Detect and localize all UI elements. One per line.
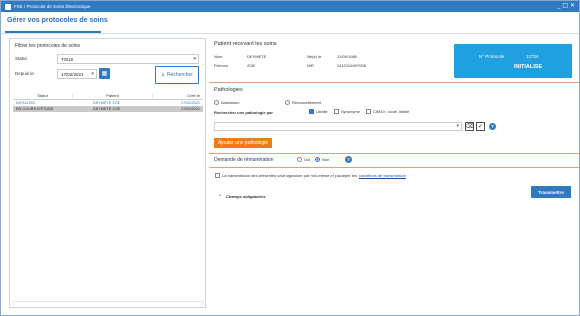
search-button-label: Rechercher xyxy=(167,72,193,78)
nir-label: NIR xyxy=(307,63,314,68)
depuis-date-input[interactable]: 17/02/2021 ▾ xyxy=(57,69,97,79)
filter-title: Filtrer les protocoles de soins xyxy=(15,43,81,49)
asterisk-icon: * xyxy=(219,193,221,198)
cell-date: 17/02/2021 xyxy=(180,107,200,111)
prenom-label: Prénom xyxy=(214,63,229,68)
help-icon[interactable]: ? xyxy=(489,123,496,130)
radio-non[interactable]: Non xyxy=(315,157,329,162)
prenom-value: ZOE xyxy=(247,63,256,68)
radio-admission-label: Admission xyxy=(221,100,240,105)
consent-checkbox[interactable]: La transmission des présentes vaut signa… xyxy=(215,173,406,178)
cell-statut: EN COURS D'ÉTUDE xyxy=(16,107,54,111)
conditions-link[interactable]: conditions de transmission xyxy=(359,173,406,178)
checkbox-libelle[interactable]: Libellé xyxy=(309,109,328,114)
radio-non-label: Non xyxy=(322,157,330,162)
divider xyxy=(209,167,579,168)
radio-renouvellement-label: Renouvellement xyxy=(292,100,321,105)
statut-label: Statut xyxy=(15,56,27,61)
protocol-status: INITIALISE xyxy=(514,64,543,70)
checkbox-box xyxy=(366,109,371,114)
tab-gerer-protocoles[interactable]: Gérer vos protocoles de soins xyxy=(7,17,108,24)
title-bar: FSE / Protocole de Soins Électronique _ … xyxy=(1,1,579,12)
checkbox-cim10[interactable]: CIM10 : code, libellé xyxy=(366,109,409,114)
checkbox-cim10-label: CIM10 : code, libellé xyxy=(373,109,410,114)
scroll-left-icon[interactable]: ‹ xyxy=(13,301,14,306)
search-icon: ⌕ xyxy=(161,70,166,79)
checkbox-box xyxy=(309,109,314,114)
radio-oui-label: Oui xyxy=(304,157,311,162)
filter-panel: Filtrer les protocoles de soins Statut T… xyxy=(9,38,206,308)
ne-value: 12/09/1980 xyxy=(337,54,358,59)
checkbox-libelle-label: Libellé xyxy=(316,109,328,114)
protocol-table: Statut Patient Créé le INITIALISE DEYMET… xyxy=(13,93,203,112)
nir-value: 1410104097008 xyxy=(337,63,366,68)
chevron-down-icon: ▾ xyxy=(91,71,94,77)
divider xyxy=(209,153,579,154)
app-window: FSE / Protocole de Soins Électronique _ … xyxy=(0,0,580,316)
protocol-number-value: 12724 xyxy=(526,54,539,59)
table-header: Statut Patient Créé le xyxy=(13,93,203,100)
col-cree-le[interactable]: Créé le xyxy=(153,93,203,99)
radio-circle xyxy=(214,100,219,105)
consent-text: La transmission des présentes vaut signa… xyxy=(222,173,357,178)
add-pathology-button[interactable]: Ajouter une pathologie xyxy=(214,138,272,148)
table-row[interactable]: EN COURS D'ÉTUDE DEYMETE ZOE 17/02/2021 xyxy=(13,106,203,112)
checkbox-synonyme[interactable]: Synonyme xyxy=(334,109,360,114)
checkbox-box xyxy=(334,109,339,114)
tab-bar: Gérer vos protocoles de soins xyxy=(1,12,579,34)
radio-oui[interactable]: Oui xyxy=(297,157,310,162)
app-logo-icon xyxy=(5,3,11,10)
ne-label: Né(e) le xyxy=(307,54,322,59)
window-controls[interactable]: _ □ ✕ xyxy=(557,2,575,9)
calendar-icon[interactable]: ▦ xyxy=(99,68,110,79)
radio-admission[interactable]: Admission xyxy=(214,100,239,105)
pathology-search-input[interactable]: ▾ xyxy=(214,122,462,131)
radio-circle xyxy=(297,157,302,162)
remuneration-label: Demande de rémunération xyxy=(214,157,274,163)
checkbox-synonyme-label: Synonyme xyxy=(341,109,360,114)
nom-label: Nom xyxy=(214,54,223,59)
nom-value: DEYMETE xyxy=(247,54,267,59)
pathologies-title: Pathologies xyxy=(214,87,243,93)
patient-section-title: Patient recevant les soins xyxy=(214,41,277,47)
window-title: FSE / Protocole de Soins Électronique xyxy=(14,4,91,9)
protocol-number-label: N° Protocole xyxy=(479,54,505,59)
horizontal-scrollbar[interactable]: ‹ › xyxy=(13,301,203,306)
divider xyxy=(209,82,579,83)
scroll-right-icon[interactable]: › xyxy=(202,301,203,306)
check-icon[interactable]: ✓ xyxy=(476,122,485,131)
col-statut[interactable]: Statut xyxy=(13,93,73,99)
search-button[interactable]: ⌕ Rechercher xyxy=(155,66,199,84)
chevron-down-icon: ▾ xyxy=(193,56,196,62)
protocol-status-card: N° Protocole 12724 INITIALISE xyxy=(454,44,572,78)
col-patient[interactable]: Patient xyxy=(73,93,153,99)
transmettre-button[interactable]: Transmettre xyxy=(531,186,571,198)
cell-patient: DEYMETE ZOE xyxy=(93,107,121,111)
statut-select[interactable]: TOUS ▾ xyxy=(57,54,199,64)
depuis-label: Depuis le xyxy=(15,71,34,76)
checkbox-box xyxy=(215,173,220,178)
cell-patient: DEYMETE ZOE xyxy=(93,101,121,105)
cell-statut: INITIALISE xyxy=(16,101,35,105)
search-pathology-label: Rechercher une pathologie par xyxy=(214,110,273,115)
eraser-icon[interactable]: ⌫ xyxy=(465,122,474,131)
radio-circle xyxy=(315,157,320,162)
cell-date: 17/02/2021 xyxy=(180,101,200,105)
depuis-value: 17/02/2021 xyxy=(61,72,84,77)
protocol-detail: Patient recevant les soins Nom DEYMETE P… xyxy=(209,34,579,314)
radio-circle xyxy=(285,100,290,105)
radio-renouvellement[interactable]: Renouvellement xyxy=(285,100,321,105)
statut-value: TOUS xyxy=(61,57,74,62)
required-fields-note: Champs obligatoires xyxy=(226,194,266,199)
chevron-down-icon: ▾ xyxy=(456,123,459,129)
tab-underline xyxy=(5,31,101,33)
help-icon[interactable]: ? xyxy=(345,156,352,163)
